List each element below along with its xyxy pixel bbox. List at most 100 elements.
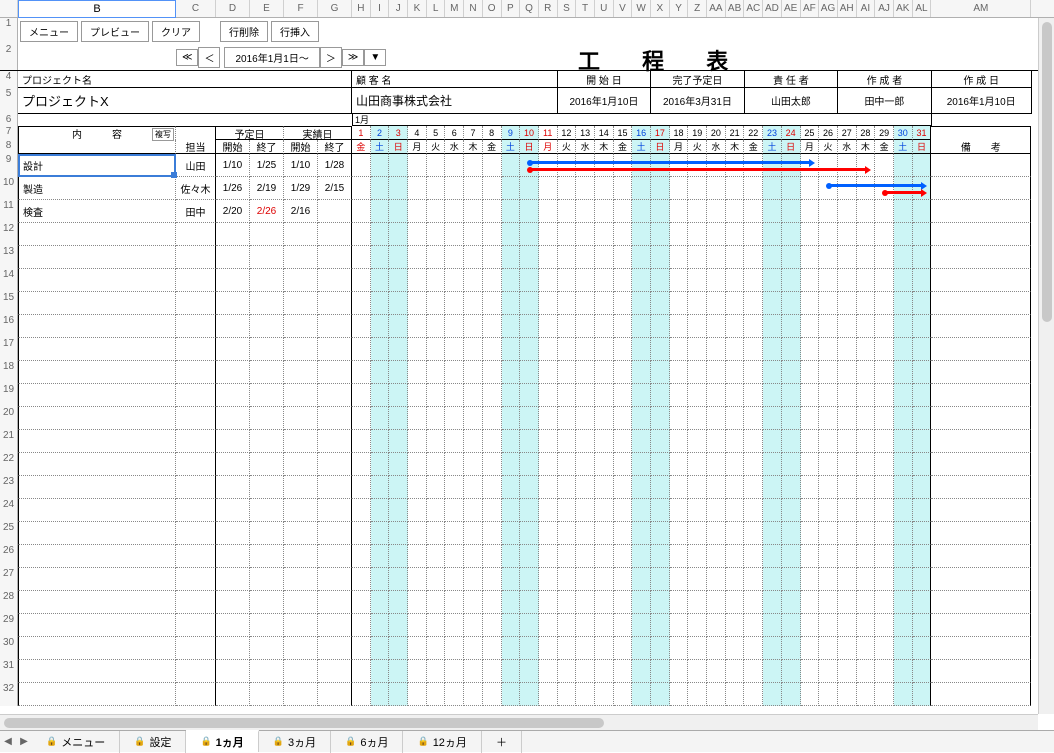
gantt-cell-24-6[interactable] [445,499,464,522]
actual-start-23[interactable] [284,476,318,499]
gantt-cell-13-7[interactable] [464,246,483,269]
gantt-cell-22-15[interactable] [614,453,633,476]
actual-start-22[interactable] [284,453,318,476]
gantt-cell-19-20[interactable] [707,384,726,407]
gantt-cell-25-16[interactable] [632,522,651,545]
actual-end-18[interactable] [318,361,352,384]
row-23[interactable]: 23 [0,476,18,499]
gantt-cell-28-5[interactable] [427,591,446,614]
gantt-cell-29-8[interactable] [483,614,502,637]
gantt-cell-16-24[interactable] [782,315,801,338]
gantt-cell-14-31[interactable] [913,269,932,292]
gantt-cell-9-9[interactable] [502,154,521,177]
gantt-cell-17-5[interactable] [427,338,446,361]
gantt-cell-28-1[interactable] [352,591,371,614]
gantt-cell-10-11[interactable] [539,177,558,200]
gantt-cell-21-26[interactable] [819,430,838,453]
row-26[interactable]: 26 [0,545,18,568]
gantt-cell-26-28[interactable] [857,545,876,568]
gantt-cell-31-31[interactable] [913,660,932,683]
gantt-cell-31-10[interactable] [520,660,539,683]
actual-start-11[interactable]: 2/16 [284,200,318,223]
gantt-cell-11-31[interactable] [913,200,932,223]
gantt-cell-28-27[interactable] [838,591,857,614]
plan-end-16[interactable] [250,315,284,338]
gantt-cell-20-16[interactable] [632,407,651,430]
gantt-cell-30-26[interactable] [819,637,838,660]
actual-end-14[interactable] [318,269,352,292]
gantt-cell-14-16[interactable] [632,269,651,292]
actual-end-25[interactable] [318,522,352,545]
task-name-12[interactable] [18,223,176,246]
gantt-cell-22-1[interactable] [352,453,371,476]
gantt-cell-31-25[interactable] [801,660,820,683]
gantt-cell-22-12[interactable] [558,453,577,476]
gantt-cell-18-10[interactable] [520,361,539,384]
gantt-cell-19-9[interactable] [502,384,521,407]
tanto-9[interactable]: 山田 [176,154,216,177]
col-C[interactable]: C [176,0,216,17]
gantt-cell-10-9[interactable] [502,177,521,200]
gantt-cell-18-26[interactable] [819,361,838,384]
gantt-cell-27-18[interactable] [670,568,689,591]
task-name-15[interactable] [18,292,176,315]
gantt-cell-20-8[interactable] [483,407,502,430]
gantt-cell-28-21[interactable] [726,591,745,614]
gantt-cell-9-15[interactable] [614,154,633,177]
gantt-cell-14-1[interactable] [352,269,371,292]
row-20[interactable]: 20 [0,407,18,430]
gantt-cell-29-14[interactable] [595,614,614,637]
row-13[interactable]: 13 [0,246,18,269]
gantt-cell-32-1[interactable] [352,683,371,706]
gantt-cell-31-18[interactable] [670,660,689,683]
gantt-cell-19-22[interactable] [744,384,763,407]
actual-start-16[interactable] [284,315,318,338]
gantt-cell-23-9[interactable] [502,476,521,499]
tanto-24[interactable] [176,499,216,522]
gantt-cell-27-25[interactable] [801,568,820,591]
gantt-cell-18-3[interactable] [389,361,408,384]
col-AM[interactable]: AM [931,0,1031,17]
gantt-cell-14-23[interactable] [763,269,782,292]
gantt-cell-21-6[interactable] [445,430,464,453]
gantt-cell-17-9[interactable] [502,338,521,361]
gantt-cell-14-22[interactable] [744,269,763,292]
gantt-cell-12-8[interactable] [483,223,502,246]
gantt-cell-21-22[interactable] [744,430,763,453]
gantt-cell-17-23[interactable] [763,338,782,361]
col-AC[interactable]: AC [744,0,763,17]
gantt-cell-32-12[interactable] [558,683,577,706]
gantt-cell-31-5[interactable] [427,660,446,683]
biko-25[interactable] [931,522,1031,545]
gantt-cell-26-3[interactable] [389,545,408,568]
gantt-cell-14-29[interactable] [875,269,894,292]
actual-end-20[interactable] [318,407,352,430]
gantt-cell-17-18[interactable] [670,338,689,361]
gantt-cell-12-30[interactable] [894,223,913,246]
gantt-cell-20-29[interactable] [875,407,894,430]
gantt-cell-9-6[interactable] [445,154,464,177]
gantt-cell-15-2[interactable] [371,292,390,315]
gantt-cell-32-30[interactable] [894,683,913,706]
gantt-cell-25-8[interactable] [483,522,502,545]
gantt-cell-9-2[interactable] [371,154,390,177]
gantt-cell-12-11[interactable] [539,223,558,246]
biko-30[interactable] [931,637,1031,660]
gantt-cell-32-27[interactable] [838,683,857,706]
gantt-cell-26-14[interactable] [595,545,614,568]
gantt-cell-18-28[interactable] [857,361,876,384]
gantt-cell-12-6[interactable] [445,223,464,246]
gantt-cell-10-16[interactable] [632,177,651,200]
col-AA[interactable]: AA [707,0,726,17]
gantt-cell-16-9[interactable] [502,315,521,338]
gantt-cell-15-15[interactable] [614,292,633,315]
gantt-cell-29-4[interactable] [408,614,427,637]
gantt-cell-17-19[interactable] [688,338,707,361]
gantt-cell-25-23[interactable] [763,522,782,545]
gantt-cell-27-26[interactable] [819,568,838,591]
gantt-cell-28-15[interactable] [614,591,633,614]
gantt-cell-16-7[interactable] [464,315,483,338]
row-16[interactable]: 16 [0,315,18,338]
gantt-cell-32-8[interactable] [483,683,502,706]
gantt-cell-21-21[interactable] [726,430,745,453]
